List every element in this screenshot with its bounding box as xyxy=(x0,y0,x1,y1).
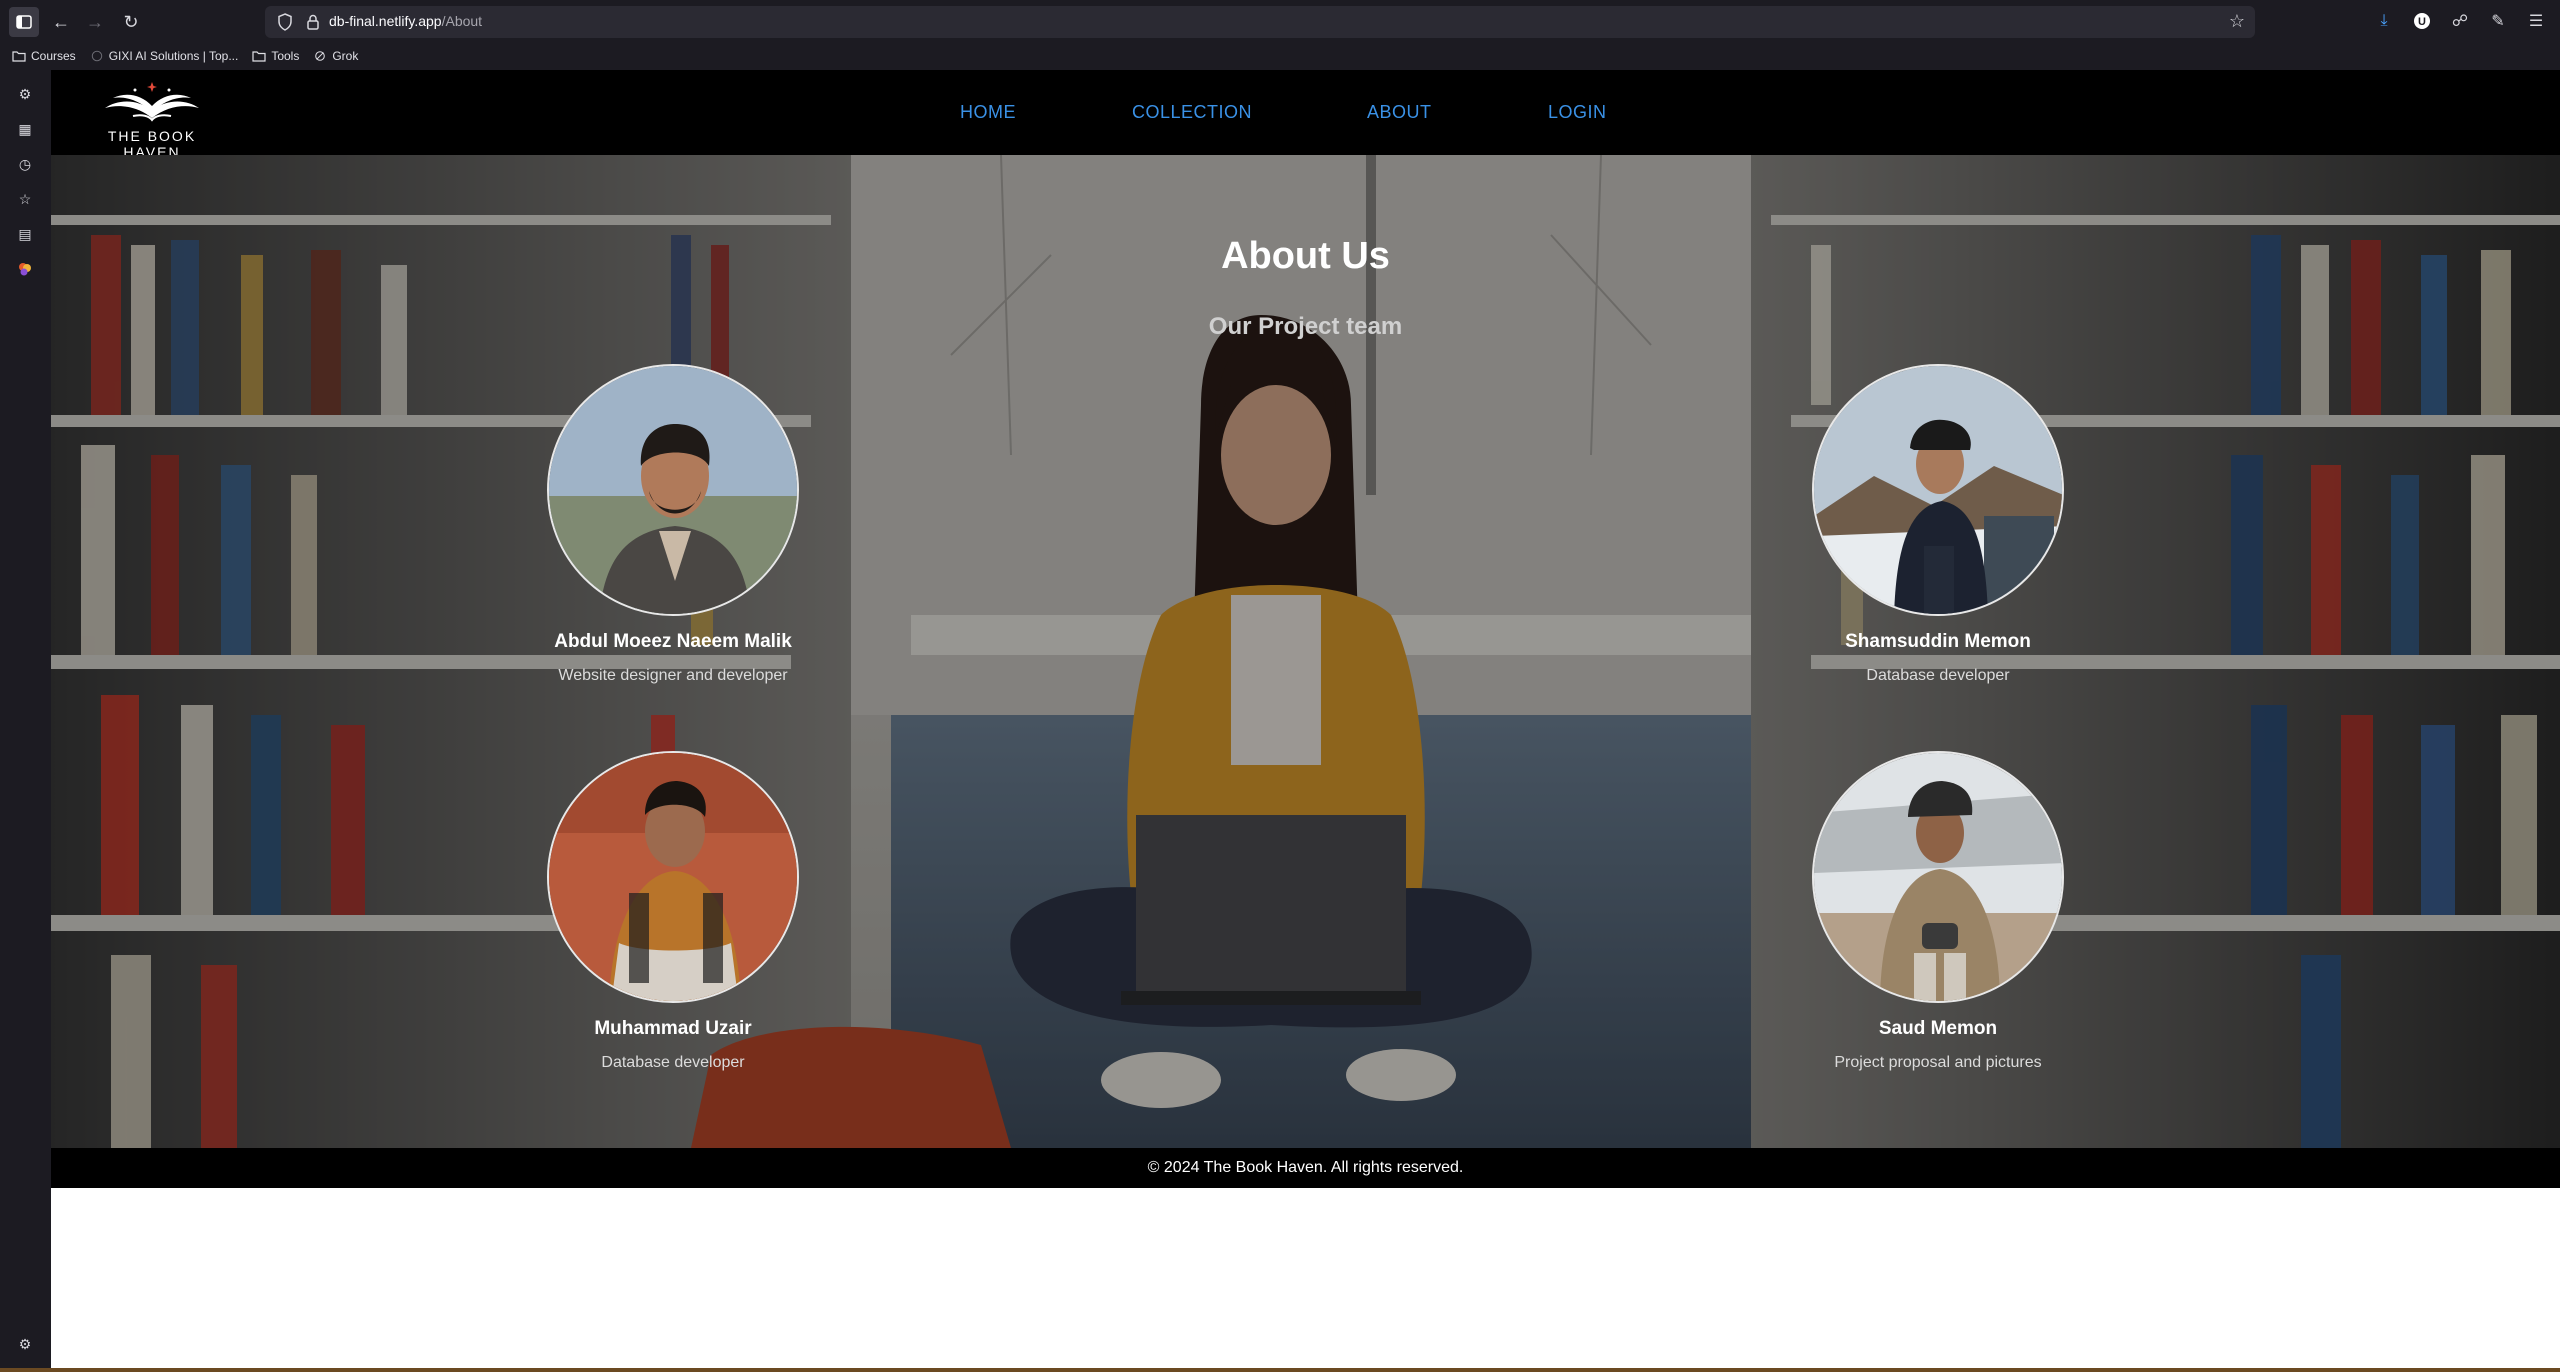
extension-colorful-icon[interactable] xyxy=(15,259,35,279)
team-member-card: Shamsuddin Memon Database developer xyxy=(1778,364,2098,685)
page-title: About Us xyxy=(1221,235,1390,277)
member-name: Abdul Moeez Naeem Malik xyxy=(554,631,792,652)
history-icon[interactable]: ◷ xyxy=(15,154,35,174)
url-host: db-final.netlify.app xyxy=(329,13,442,29)
download-icon[interactable]: ⤓ xyxy=(2370,7,2398,35)
bookmark-label: Tools xyxy=(271,49,300,63)
bookmark-tools[interactable]: Tools xyxy=(252,49,299,63)
sidebar-toggle-icon[interactable] xyxy=(9,7,39,37)
nav-about[interactable]: ABOUT xyxy=(1367,102,1432,123)
nav-login[interactable]: LOGIN xyxy=(1548,102,1607,123)
bookmarks-icon[interactable]: ☆ xyxy=(15,189,35,209)
member-name: Shamsuddin Memon xyxy=(1845,631,2031,652)
bookmark-gixi[interactable]: GIXI AI Solutions | Top... xyxy=(90,49,239,63)
team-member-card: Abdul Moeez Naeem Malik Website designer… xyxy=(513,364,833,685)
member-name: Muhammad Uzair xyxy=(594,1018,752,1039)
member-role: Website designer and developer xyxy=(558,667,788,684)
url-path: /About xyxy=(441,13,483,29)
site-logo[interactable]: THE BOOK HAVEN xyxy=(77,78,227,160)
member-role: Database developer xyxy=(601,1054,745,1071)
member-role: Project proposal and pictures xyxy=(1834,1054,2042,1071)
back-icon[interactable]: ← xyxy=(46,7,76,37)
url-text[interactable]: db-final.netlify.app/About xyxy=(329,13,482,29)
team-member-card: Saud Memon Project proposal and pictures xyxy=(1778,751,2098,1072)
url-bar[interactable]: db-final.netlify.app/About ☆ xyxy=(265,6,2255,38)
extensions-icon[interactable]: ☍ xyxy=(2446,7,2474,35)
browser-toolbar: ← → ↻ db-final.netlify.app/About ☆ ⤓ U ☍… xyxy=(0,0,2560,44)
avatar xyxy=(547,751,799,1003)
toolbar-right: ⤓ U ☍ ✎ ☰ xyxy=(2370,7,2550,35)
nav-collection[interactable]: COLLECTION xyxy=(1132,102,1252,123)
site-footer: © 2024 The Book Haven. All rights reserv… xyxy=(51,1148,2560,1188)
svg-text:U: U xyxy=(2418,16,2426,28)
grok-icon xyxy=(315,51,326,61)
page-viewport: THE BOOK HAVEN HOME COLLECTION ABOUT LOG… xyxy=(51,70,2560,1372)
member-name: Saud Memon xyxy=(1878,1018,1998,1039)
globe-icon xyxy=(91,50,102,62)
bookmark-label: Courses xyxy=(31,49,76,63)
bookmark-label: Grok xyxy=(332,49,359,63)
bookmarks-bar: Courses GIXI AI Solutions | Top... Tools… xyxy=(0,44,2560,68)
team-member-card: Muhammad Uzair Database developer xyxy=(513,751,833,1072)
open-book-icon xyxy=(105,82,199,122)
folder-icon xyxy=(252,51,266,62)
lock-icon[interactable] xyxy=(303,12,323,32)
extension-u-icon[interactable]: U xyxy=(2408,7,2436,35)
settings-icon[interactable]: ⚙ xyxy=(15,1334,35,1354)
nav-home[interactable]: HOME xyxy=(960,102,1016,123)
forward-icon[interactable]: → xyxy=(80,7,110,37)
menu-icon[interactable]: ☰ xyxy=(2522,7,2550,35)
about-hero: About Us Our Project team Abdul Moeez Na… xyxy=(51,155,2560,1148)
reload-icon[interactable]: ↻ xyxy=(116,7,146,37)
avatar xyxy=(547,364,799,616)
reader-icon[interactable]: ▤ xyxy=(15,224,35,244)
avatar xyxy=(1812,751,2064,1003)
taskbar-edge xyxy=(0,1368,2560,1372)
screenshot-icon[interactable]: ✎ xyxy=(2484,7,2512,35)
member-role: Database developer xyxy=(1866,667,2010,684)
hero-overlay xyxy=(51,155,2560,1148)
bookmark-label: GIXI AI Solutions | Top... xyxy=(108,49,239,63)
shield-icon[interactable] xyxy=(275,12,295,32)
ai-chat-icon[interactable]: ⚙ xyxy=(15,84,35,104)
synced-tabs-icon[interactable]: ▦ xyxy=(15,119,35,139)
bookmark-grok[interactable]: Grok xyxy=(313,49,358,63)
avatar xyxy=(1812,364,2064,616)
page-subtitle: Our Project team xyxy=(1208,313,1403,340)
site-header: THE BOOK HAVEN HOME COLLECTION ABOUT LOG… xyxy=(51,70,2560,160)
bookmark-star-icon[interactable]: ☆ xyxy=(2229,11,2245,32)
browser-sidebar: ⚙ ▦ ◷ ☆ ▤ ⚙ xyxy=(0,68,51,1372)
folder-icon xyxy=(12,51,26,62)
bookmark-courses[interactable]: Courses xyxy=(12,49,76,63)
